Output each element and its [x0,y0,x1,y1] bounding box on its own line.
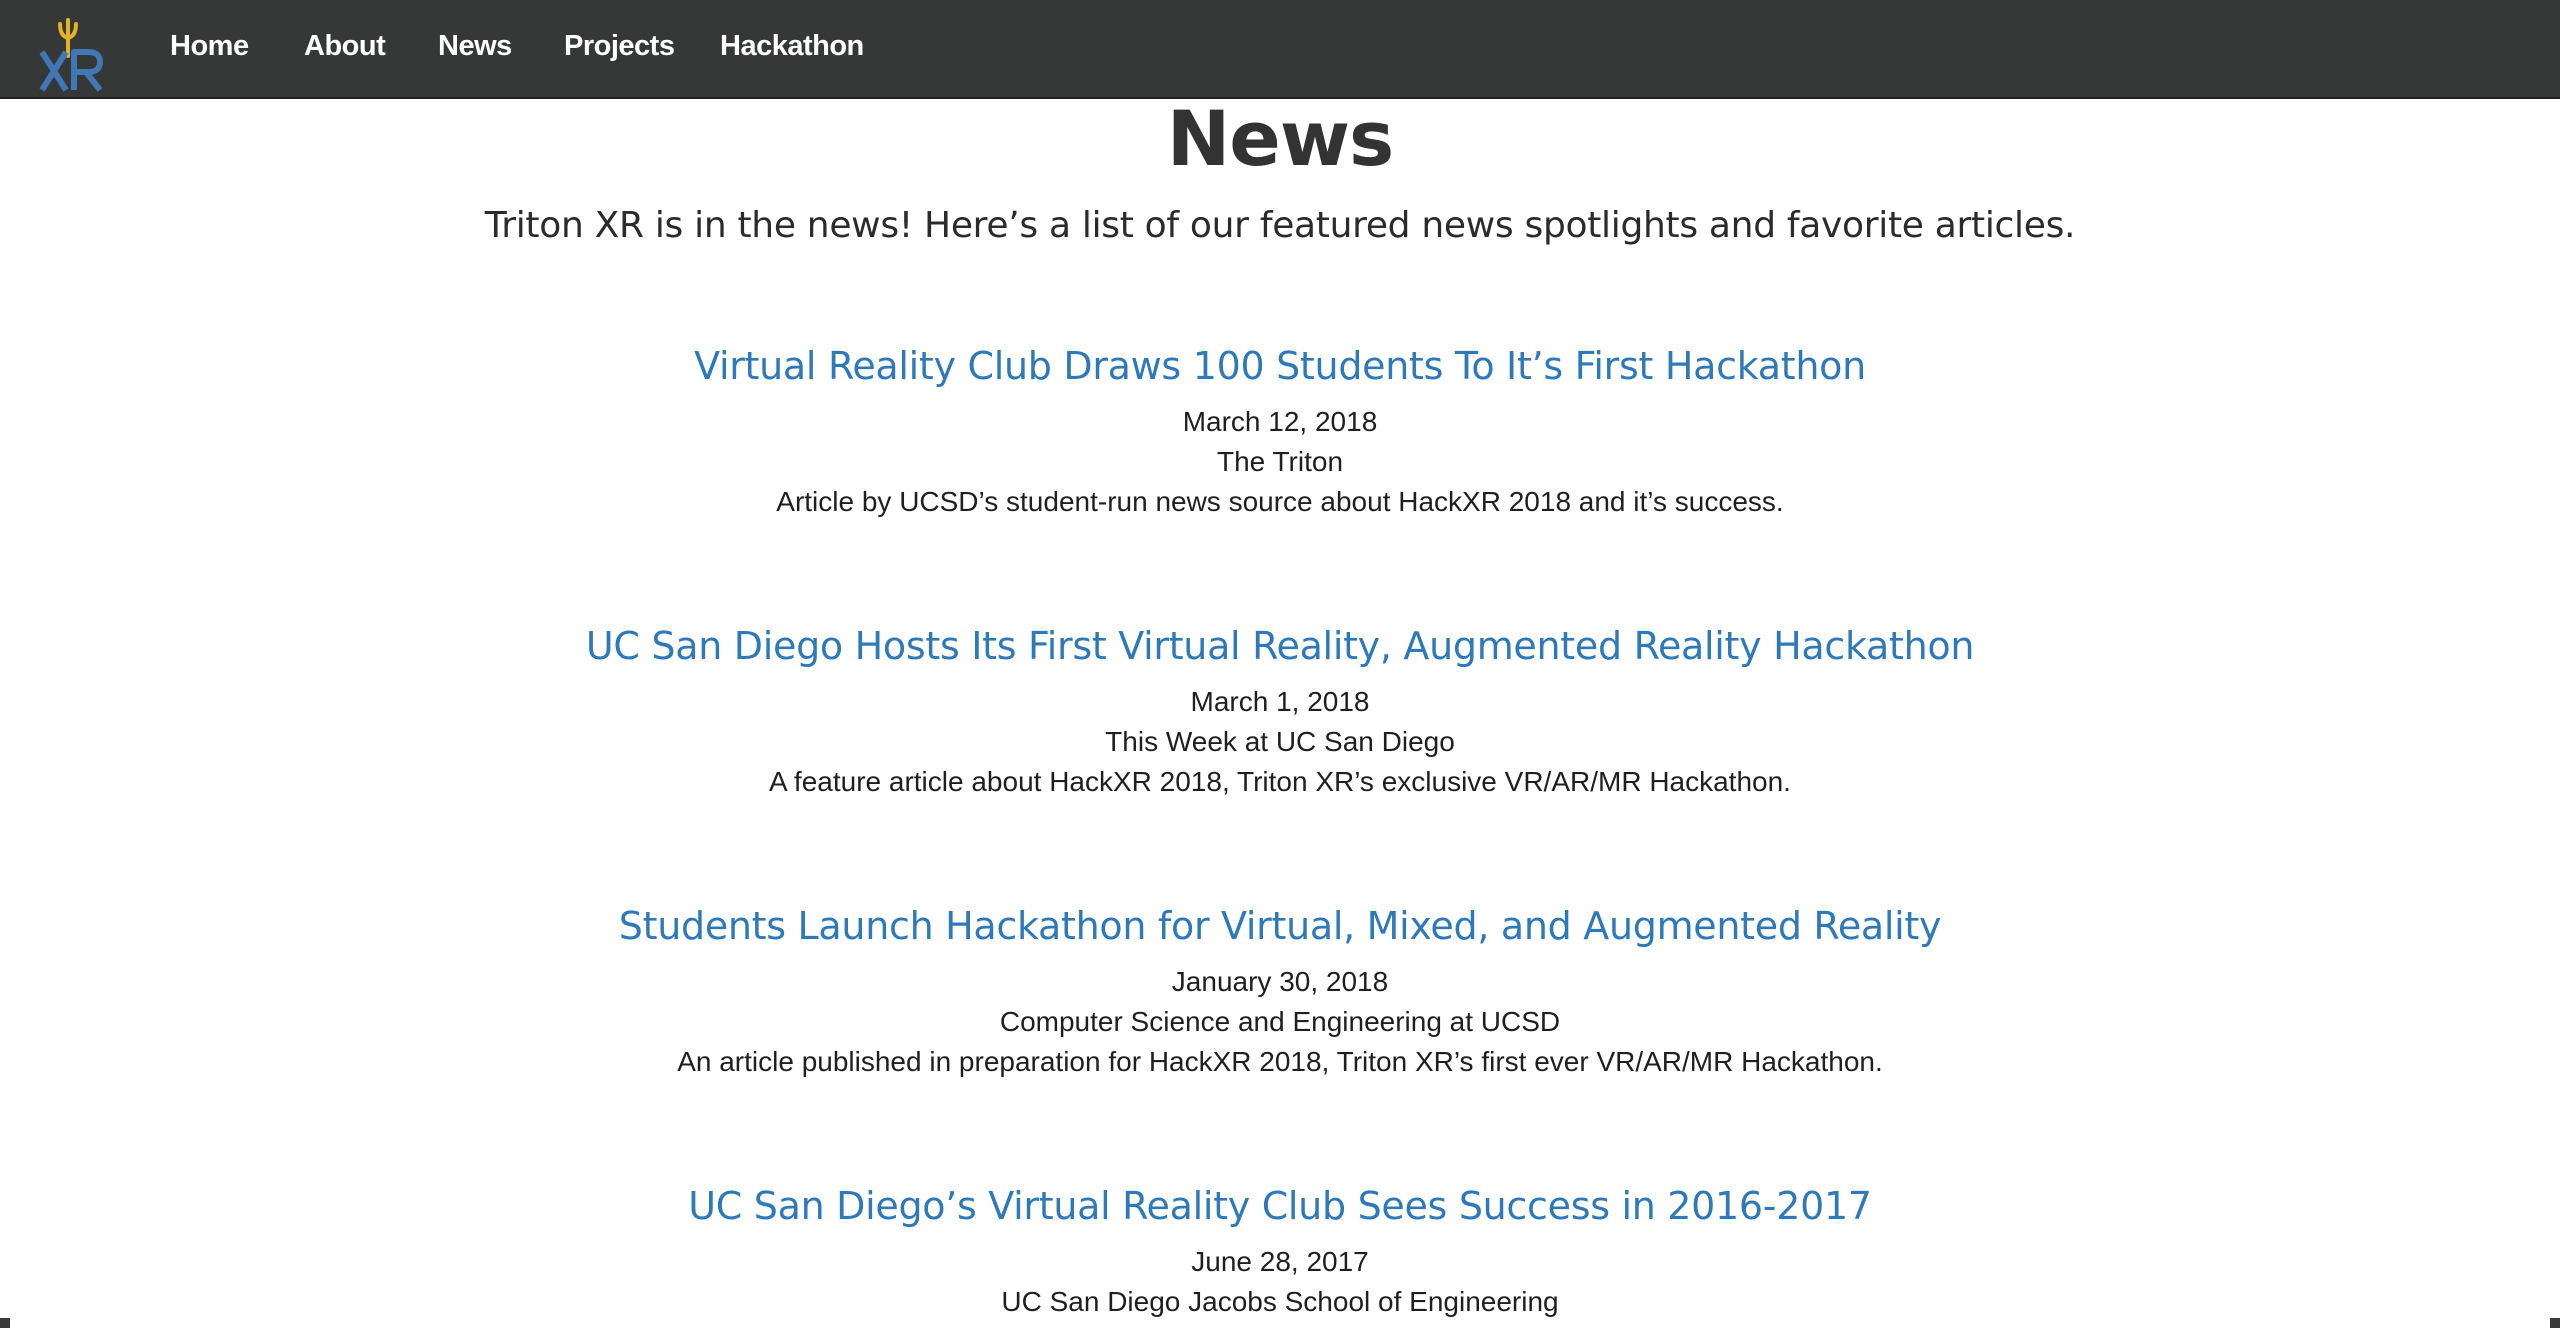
article-date: June 28, 2017 [1191,1245,1369,1277]
article-source: UC San Diego Jacobs School of Engineerin… [1001,1285,1559,1317]
article-description: An article published in preparation for … [677,1045,1883,1077]
article-title-link[interactable]: Students Launch Hackathon for Virtual, M… [0,904,2560,950]
top-navbar: Home About News Projects Hackathon [0,0,2560,99]
nav-hackathon-link[interactable]: Hackathon [720,30,864,63]
nav-home-link[interactable]: Home [170,30,249,63]
page-subtitle: Triton XR is in the news! Here’s a list … [484,205,2076,246]
article-title-link[interactable]: UC San Diego’s Virtual Reality Club Sees… [0,1184,2560,1230]
page-title: News [1166,94,1395,183]
nav-about-link[interactable]: About [304,30,386,63]
article-title-link[interactable]: Virtual Reality Club Draws 100 Students … [0,344,2560,390]
news-page-content: News Triton XR is in the news! Here’s a … [0,99,2560,1328]
browser-viewport: Home About News Projects Hackathon News … [0,0,2560,1328]
nav-news-link[interactable]: News [438,30,512,63]
article-date: March 12, 2018 [1182,405,1378,437]
news-article: UC San Diego’s Virtual Reality Club Sees… [0,1184,2560,1322]
window-corner [2550,1318,2560,1328]
article-title-link[interactable]: UC San Diego Hosts Its First Virtual Rea… [0,624,2560,670]
main-nav: Home About News Projects Hackathon [0,0,2560,99]
news-article: Students Launch Hackathon for Virtual, M… [0,904,2560,1082]
article-description: Article by UCSD’s student-run news sourc… [776,485,1784,517]
article-source: This Week at UC San Diego [1105,725,1455,757]
article-date: January 30, 2018 [1171,965,1389,997]
window-corner [0,1318,10,1328]
article-source: Computer Science and Engineering at UCSD [999,1005,1561,1037]
article-description: A feature article about HackXR 2018, Tri… [769,765,1791,797]
article-source: The Triton [1216,445,1344,477]
nav-projects-link[interactable]: Projects [564,30,675,63]
article-date: March 1, 2018 [1190,685,1370,717]
news-article: Virtual Reality Club Draws 100 Students … [0,344,2560,522]
news-article: UC San Diego Hosts Its First Virtual Rea… [0,624,2560,802]
